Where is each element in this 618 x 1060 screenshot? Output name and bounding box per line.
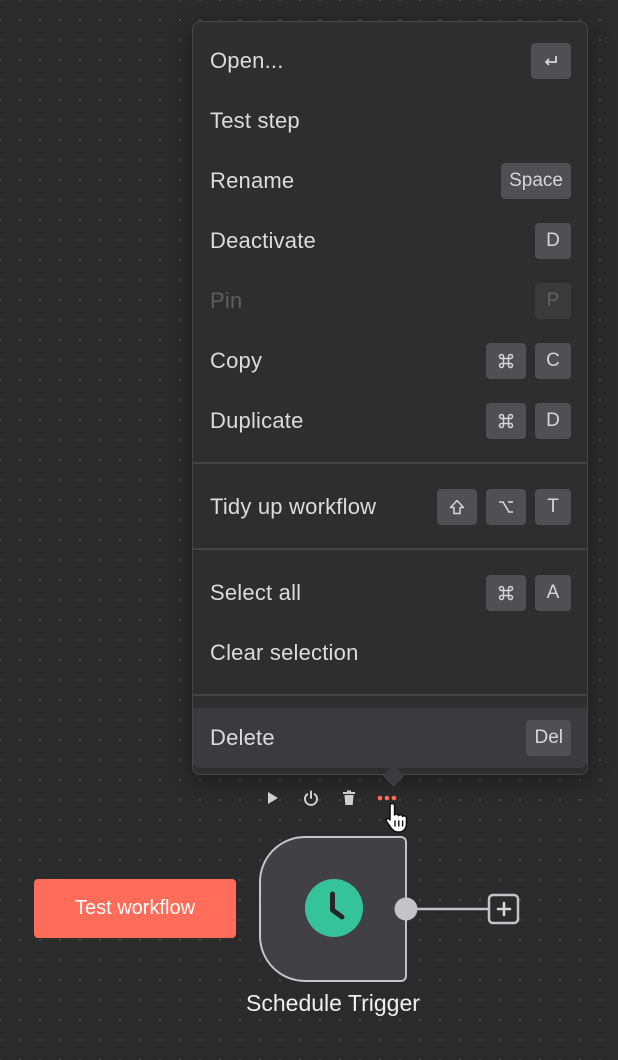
- plus-icon: [496, 901, 511, 917]
- command-icon: [486, 403, 526, 439]
- hand-cursor-icon: [383, 801, 417, 840]
- menu-item-label: Open...: [210, 48, 284, 73]
- schedule-trigger-node[interactable]: [259, 836, 407, 982]
- shortcut-keys: T: [437, 489, 571, 525]
- menu-item-label: Rename: [210, 168, 295, 193]
- enter-icon: [531, 43, 571, 79]
- shift-icon: [437, 489, 477, 525]
- trash-icon[interactable]: [337, 786, 361, 810]
- shortcut-key: D: [535, 223, 571, 259]
- shortcut-keys: A: [486, 575, 571, 611]
- menu-item-clear-selection[interactable]: Clear selection: [193, 623, 587, 683]
- shortcut-keys: D: [486, 403, 571, 439]
- add-node-button[interactable]: [489, 895, 518, 923]
- command-icon: [486, 343, 526, 379]
- shortcut-keys: Del: [526, 720, 571, 756]
- play-icon[interactable]: [260, 786, 284, 810]
- menu-item-pin[interactable]: Pin P: [193, 271, 587, 331]
- menu-divider: [193, 694, 587, 696]
- menu-item-deactivate[interactable]: Deactivate D: [193, 211, 587, 271]
- shortcut-key: D: [535, 403, 571, 439]
- shortcut-key: Del: [526, 720, 571, 756]
- command-icon: [486, 575, 526, 611]
- context-menu: Open... Test step Rename Space Deactivat…: [192, 21, 588, 775]
- shortcut-key: Space: [501, 163, 571, 199]
- clock-icon: [305, 879, 363, 942]
- menu-divider: [193, 548, 587, 550]
- shortcut-key: T: [535, 489, 571, 525]
- menu-item-label: Duplicate: [210, 408, 304, 433]
- shortcut-keys: Space: [501, 163, 571, 199]
- menu-item-select-all[interactable]: Select all A: [193, 563, 587, 623]
- menu-item-tidy-up[interactable]: Tidy up workflow T: [193, 477, 587, 537]
- menu-item-copy[interactable]: Copy C: [193, 331, 587, 391]
- shortcut-keys: P: [535, 283, 571, 319]
- menu-item-label: Tidy up workflow: [210, 494, 377, 519]
- power-icon[interactable]: [299, 786, 323, 810]
- menu-item-rename[interactable]: Rename Space: [193, 151, 587, 211]
- menu-item-label: Pin: [210, 288, 243, 313]
- shortcut-keys: [531, 43, 571, 79]
- menu-item-label: Select all: [210, 580, 302, 605]
- test-workflow-button[interactable]: Test workflow: [34, 879, 236, 938]
- shortcut-key: A: [535, 575, 571, 611]
- shortcut-keys: C: [486, 343, 571, 379]
- menu-item-label: Test step: [210, 108, 300, 133]
- shortcut-key: C: [535, 343, 571, 379]
- menu-item-label: Deactivate: [210, 228, 316, 253]
- node-label: Schedule Trigger: [246, 990, 420, 1016]
- shortcut-keys: D: [535, 223, 571, 259]
- menu-item-label: Copy: [210, 348, 263, 373]
- shortcut-key: P: [535, 283, 571, 319]
- menu-item-duplicate[interactable]: Duplicate D: [193, 391, 587, 451]
- menu-item-delete[interactable]: Delete Del: [193, 708, 587, 768]
- menu-item-test-step[interactable]: Test step: [193, 91, 587, 151]
- menu-divider: [193, 462, 587, 464]
- menu-item-label: Delete: [210, 725, 275, 750]
- option-icon: [486, 489, 526, 525]
- menu-item-label: Clear selection: [210, 640, 359, 665]
- menu-item-open[interactable]: Open...: [193, 31, 587, 91]
